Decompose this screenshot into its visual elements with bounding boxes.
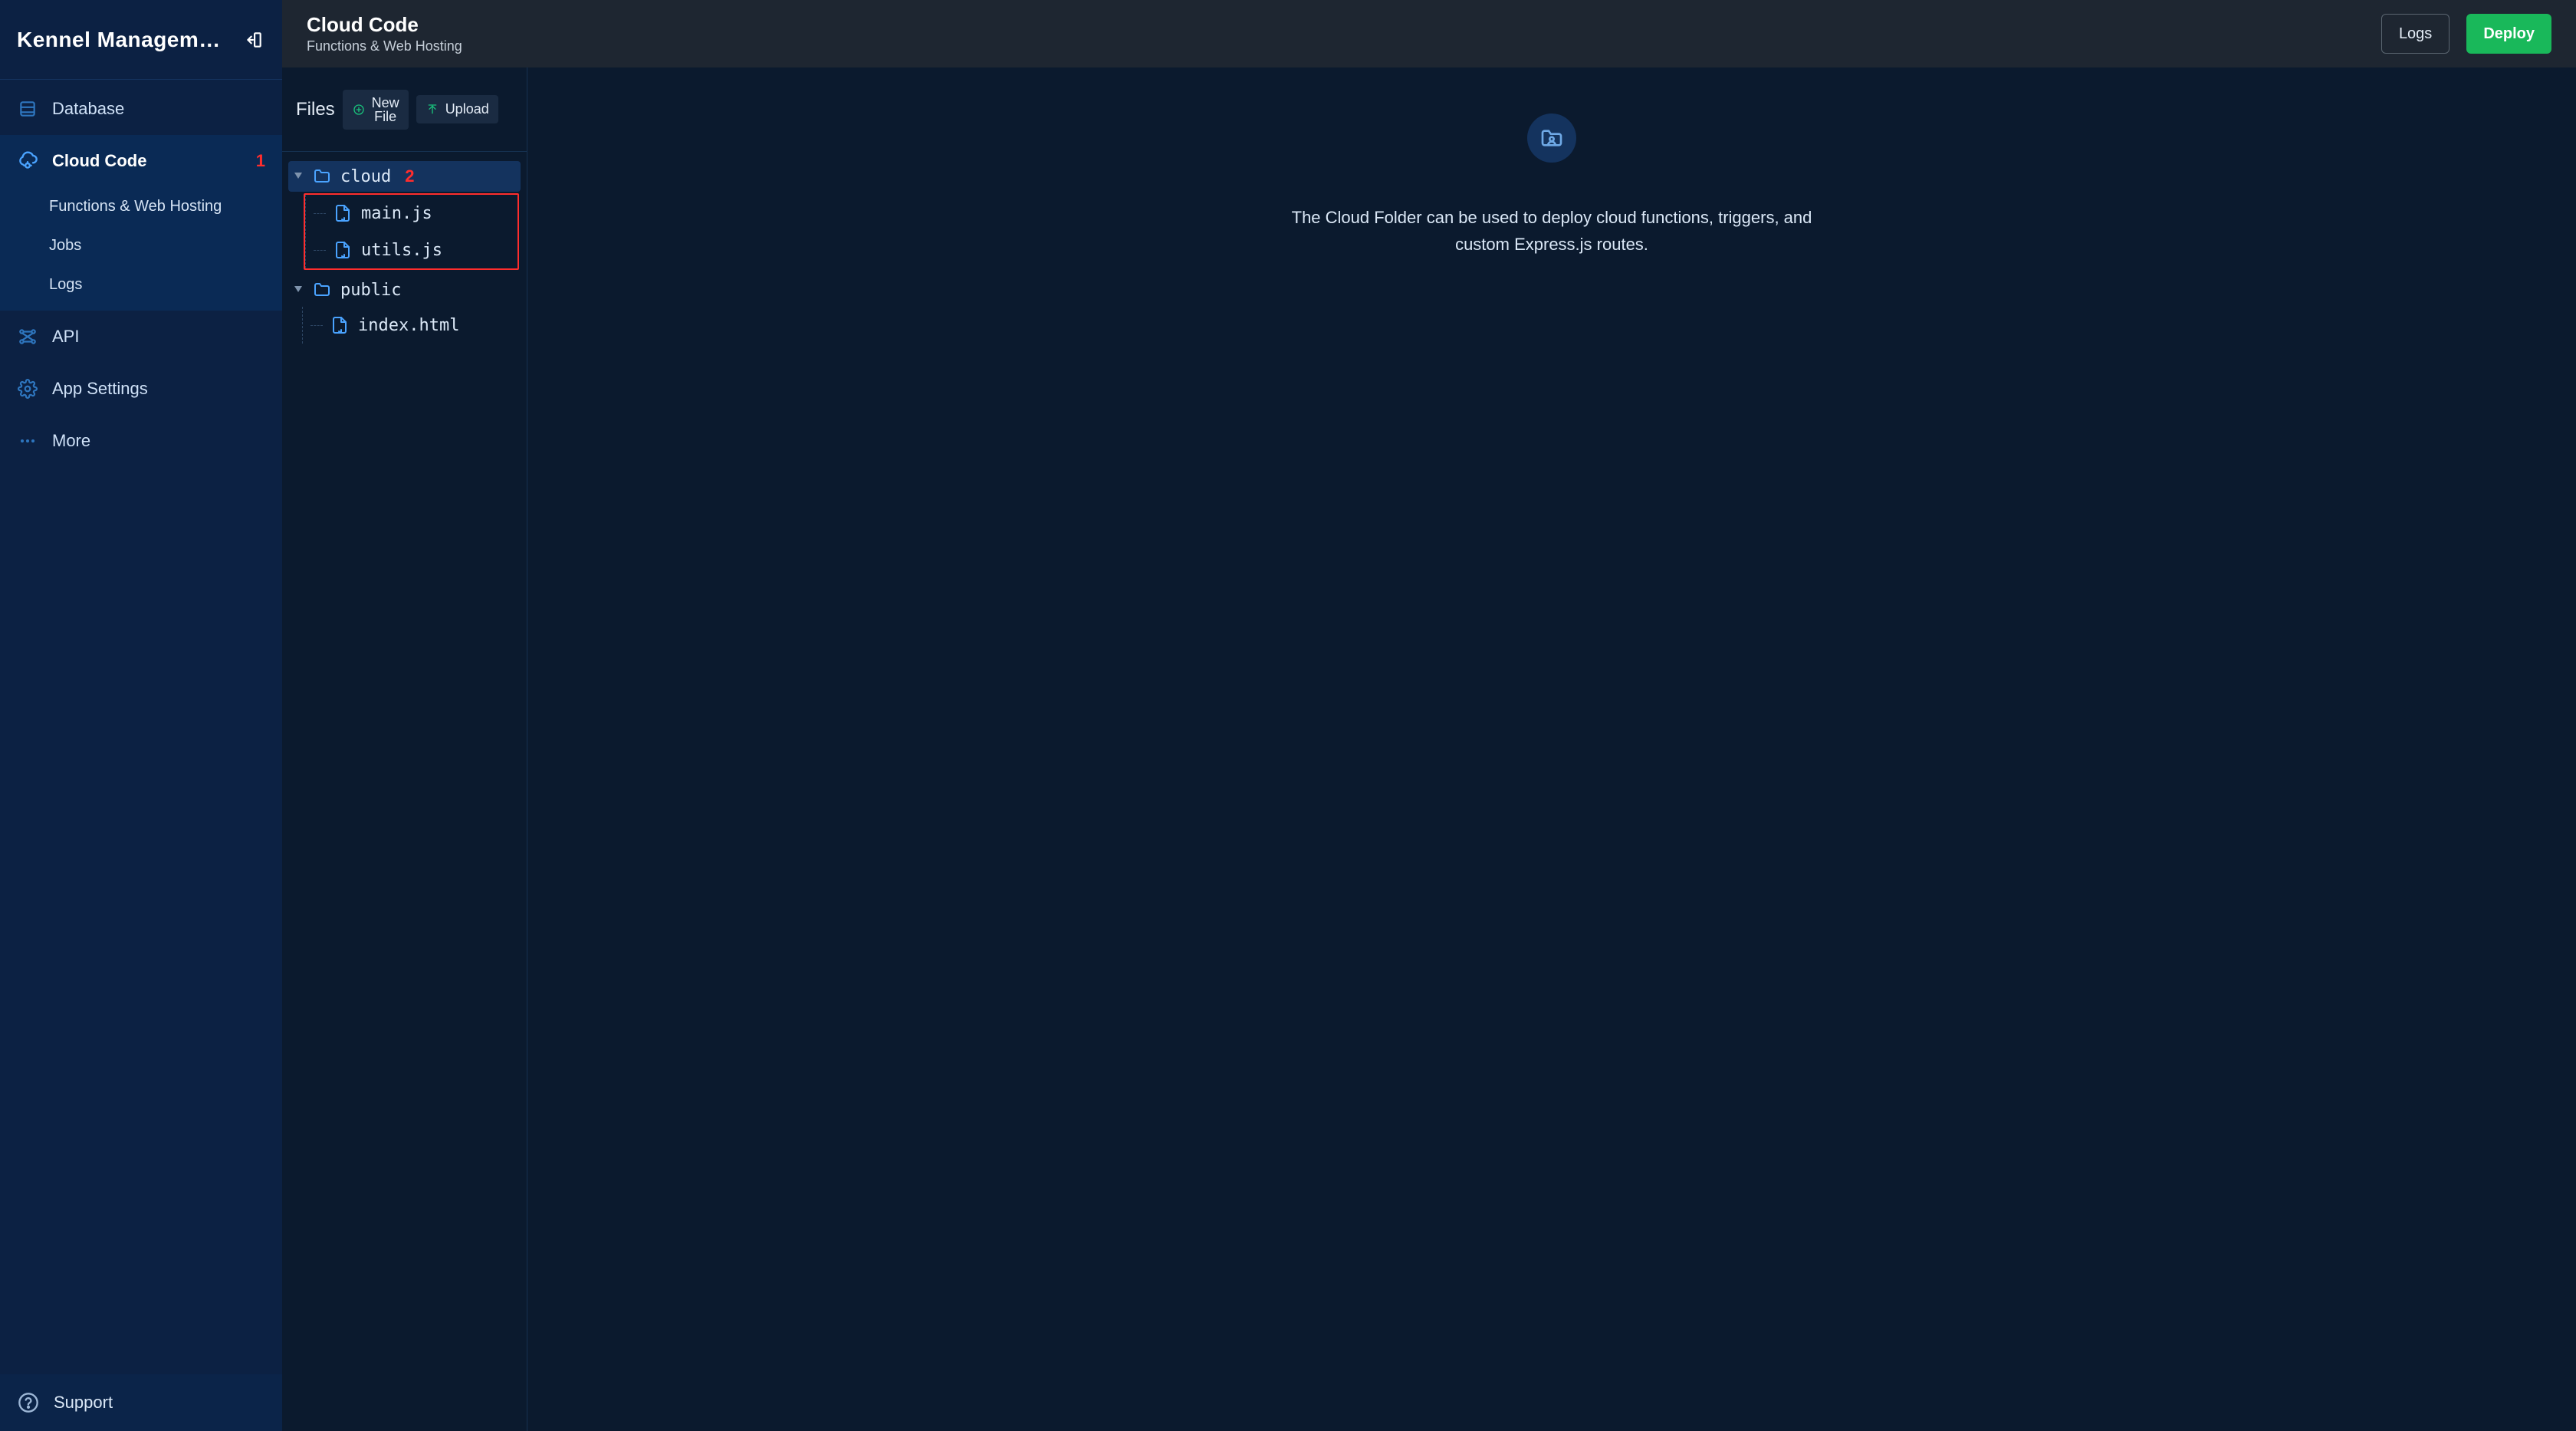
support-label: Support: [54, 1393, 113, 1413]
sidebar-item-more[interactable]: More: [0, 415, 282, 467]
file-label: index.html: [358, 316, 459, 335]
topbar-left: Cloud Code Functions & Web Hosting: [307, 13, 462, 54]
detail-text: The Cloud Folder can be used to deploy c…: [1276, 204, 1828, 258]
page-title: Cloud Code: [307, 13, 462, 37]
api-icon: [17, 326, 38, 347]
database-icon: [17, 98, 38, 120]
files-panel: Files New File: [282, 67, 527, 1431]
sidebar-subitem-jobs[interactable]: Jobs: [0, 226, 282, 265]
sidebar-subitem-logs[interactable]: Logs: [0, 265, 282, 304]
help-icon: [17, 1391, 40, 1414]
files-label: Files: [296, 99, 335, 120]
main: Cloud Code Functions & Web Hosting Logs …: [282, 0, 2576, 1431]
files-toolbar: Files New File: [282, 67, 527, 152]
sidebar: Kennel Management ... Database: [0, 0, 282, 1431]
sidebar-item-database[interactable]: Database: [0, 83, 282, 135]
file-tree: cloud 2 main.: [282, 152, 527, 344]
sidebar-header: Kennel Management ...: [0, 0, 282, 80]
sidebar-item-label: More: [52, 431, 90, 451]
content: Files New File: [282, 67, 2576, 1431]
sidebar-item-cloud-code[interactable]: Cloud Code 1: [0, 135, 282, 187]
sidebar-item-label: API: [52, 327, 79, 347]
more-icon: [17, 430, 38, 452]
sidebar-item-label: Database: [52, 99, 124, 119]
gear-icon: [17, 378, 38, 400]
sidebar-item-label: App Settings: [52, 379, 148, 399]
file-main-js[interactable]: main.js: [314, 195, 518, 232]
upload-icon: [426, 103, 439, 117]
sidebar-badge-1: 1: [256, 151, 265, 171]
file-label: main.js: [361, 204, 432, 223]
upload-button[interactable]: Upload: [416, 95, 498, 123]
sidebar-nav: Database Cloud Code 1 Functions & Web H: [0, 80, 282, 1374]
detail-panel: The Cloud Folder can be used to deploy c…: [527, 67, 2576, 1431]
sidebar-subnav-cloud-code: Functions & Web Hosting Jobs Logs: [0, 187, 282, 311]
sidebar-item-label: Cloud Code: [52, 151, 146, 171]
sidebar-subitem-functions[interactable]: Functions & Web Hosting: [0, 187, 282, 226]
page-subtitle: Functions & Web Hosting: [307, 38, 462, 54]
logs-button[interactable]: Logs: [2381, 14, 2450, 54]
folder-icon: [311, 279, 333, 301]
file-icon: [329, 314, 350, 336]
file-icon: [332, 202, 353, 224]
file-utils-js[interactable]: utils.js: [314, 232, 518, 268]
folder-label: public: [340, 281, 401, 300]
folder-badge-2: 2: [405, 166, 414, 186]
upload-label: Upload: [445, 101, 489, 117]
new-file-button[interactable]: New File: [343, 90, 409, 130]
folder-toggle-icon: [293, 171, 304, 182]
file-label: utils.js: [361, 241, 442, 260]
sidebar-item-api[interactable]: API: [0, 311, 282, 363]
topbar: Cloud Code Functions & Web Hosting Logs …: [282, 0, 2576, 67]
topbar-right: Logs Deploy: [2381, 14, 2551, 54]
file-index-html[interactable]: index.html: [310, 307, 527, 344]
deploy-button[interactable]: Deploy: [2466, 14, 2551, 54]
highlight-box-cloud-files: main.js utils.js: [304, 193, 519, 270]
sidebar-footer[interactable]: Support: [0, 1374, 282, 1431]
folder-user-icon: [1527, 113, 1576, 163]
folder-toggle-icon: [293, 285, 304, 295]
folder-cloud[interactable]: cloud 2: [288, 161, 521, 192]
panel-collapse-icon: [244, 30, 264, 50]
sidebar-item-app-settings[interactable]: App Settings: [0, 363, 282, 415]
app-title: Kennel Management ...: [17, 28, 230, 52]
cloud-code-icon: [17, 150, 38, 172]
folder-label: cloud: [340, 167, 391, 186]
plus-circle-icon: [352, 103, 366, 117]
folder-icon: [311, 166, 333, 187]
file-icon: [332, 239, 353, 261]
folder-public[interactable]: public: [288, 275, 521, 305]
new-file-label: New File: [372, 96, 399, 123]
collapse-sidebar-button[interactable]: [242, 28, 265, 51]
